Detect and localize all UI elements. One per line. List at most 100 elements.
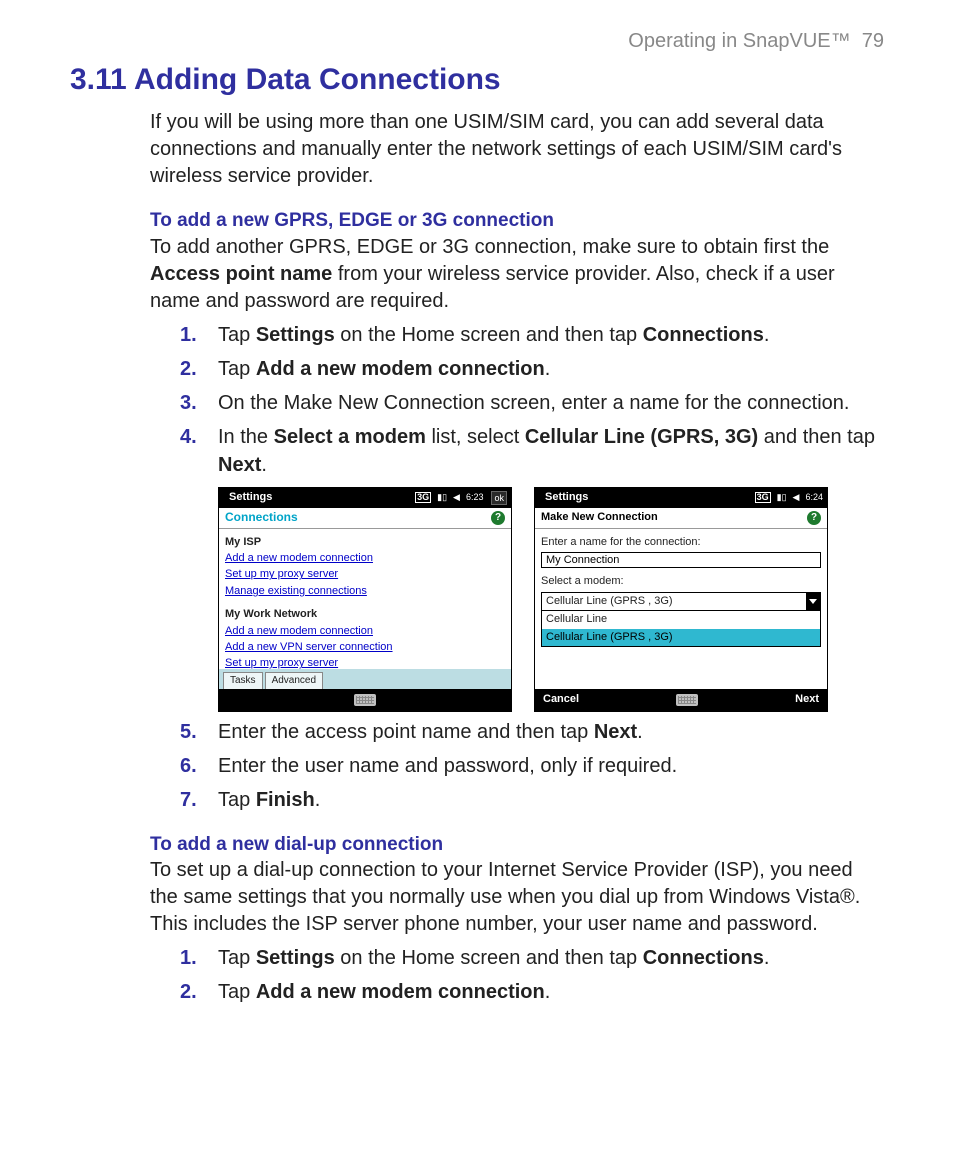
steps-list: Tap Settings on the Home screen and then… — [150, 944, 884, 1006]
link-proxy[interactable]: Set up my proxy server — [225, 567, 505, 582]
section-dialup: To add a new dial-up connection To set u… — [150, 832, 884, 1007]
emphasis: Settings — [256, 324, 335, 346]
window-title: Settings — [539, 490, 588, 505]
text: Tap — [218, 358, 256, 380]
section-paragraph: To add another GPRS, EDGE or 3G connecti… — [150, 234, 884, 315]
text: Tap — [218, 947, 256, 969]
ok-button[interactable]: ok — [491, 491, 507, 505]
modem-dropdown[interactable]: Cellular Line (GPRS , 3G) — [541, 592, 821, 611]
screenshot-make-new-connection: Settings 3G ▮▯ ◀ 6:24 Make New Connectio… — [534, 487, 828, 712]
titlebar: Settings 3G ▮▯ ◀ 6:24 — [535, 488, 827, 508]
link-manage[interactable]: Manage existing connections — [225, 584, 505, 599]
text: . — [637, 721, 643, 743]
titlebar: Settings 3G ▮▯ ◀ 6:23 ok — [219, 488, 511, 508]
text: Tap — [218, 981, 256, 1003]
section-heading-dialup: To add a new dial-up connection — [150, 832, 884, 858]
dropdown-list: Cellular Line Cellular Line (GPRS , 3G) — [541, 611, 821, 647]
link-add-modem-work[interactable]: Add a new modem connection — [225, 624, 505, 639]
text: and then tap — [758, 426, 875, 448]
screenshots-row: Settings 3G ▮▯ ◀ 6:23 ok Connections ? — [218, 487, 884, 712]
cancel-button[interactable]: Cancel — [543, 692, 579, 707]
link-add-modem[interactable]: Add a new modem connection — [225, 551, 505, 566]
emphasis: Connections — [643, 947, 764, 969]
text: Tap — [218, 324, 256, 346]
step-item: Tap Settings on the Home screen and then… — [210, 944, 884, 972]
dropdown-option[interactable]: Cellular Line — [542, 611, 820, 628]
emphasis: Add a new modem connection — [256, 981, 545, 1003]
speaker-icon: ◀ — [793, 491, 800, 504]
connection-name-input[interactable] — [541, 552, 821, 568]
window-title: Settings — [223, 490, 272, 505]
emphasis: Finish — [256, 789, 315, 811]
keyboard-icon[interactable] — [676, 694, 698, 706]
step-item: Tap Settings on the Home screen and then… — [210, 321, 884, 349]
text: . — [764, 947, 770, 969]
running-header: Operating in SnapVUE™ 79 — [60, 30, 884, 53]
softkey-bar: Cancel Next — [535, 689, 827, 711]
group-my-isp: My ISP — [225, 535, 505, 550]
softkey-bar — [219, 689, 511, 711]
label-select-modem: Select a modem: — [541, 574, 821, 589]
dropdown-option-selected[interactable]: Cellular Line (GPRS , 3G) — [542, 629, 820, 646]
screen-title: Make New Connection — [541, 510, 658, 525]
text: list, select — [426, 426, 525, 448]
keyboard-icon[interactable] — [354, 694, 376, 706]
step-item: Enter the access point name and then tap… — [210, 718, 884, 746]
section-heading-gprs: To add a new GPRS, EDGE or 3G connection — [150, 208, 884, 234]
help-icon[interactable]: ? — [491, 511, 505, 525]
help-icon[interactable]: ? — [807, 511, 821, 525]
text: To add another GPRS, EDGE or 3G connecti… — [150, 236, 829, 258]
step-item: On the Make New Connection screen, enter… — [210, 389, 884, 417]
page-title: 3.11 Adding Data Connections — [70, 63, 894, 97]
speaker-icon: ◀ — [453, 491, 460, 504]
page-number: 79 — [862, 30, 884, 52]
step-item: Tap Finish. — [210, 786, 884, 814]
screenshot-connections: Settings 3G ▮▯ ◀ 6:23 ok Connections ? — [218, 487, 512, 712]
text: In the — [218, 426, 274, 448]
emphasis: Select a modem — [274, 426, 426, 448]
text: Tap — [218, 789, 256, 811]
emphasis: Next — [594, 721, 637, 743]
step-item: Enter the user name and password, only i… — [210, 752, 884, 780]
signal-icon: ▮▯ — [777, 491, 787, 504]
text: . — [261, 454, 267, 476]
section-gprs: To add a new GPRS, EDGE or 3G connection… — [150, 208, 884, 814]
text: . — [545, 981, 551, 1003]
step-item: Tap Add a new modem connection. — [210, 355, 884, 383]
text: on the Home screen and then tap — [335, 947, 643, 969]
tab-tasks[interactable]: Tasks — [223, 672, 263, 689]
screen-body: My ISP Add a new modem connection Set up… — [219, 529, 511, 689]
text: . — [545, 358, 551, 380]
clock: 6:23 — [466, 491, 484, 504]
steps-list: Tap Settings on the Home screen and then… — [150, 321, 884, 814]
signal-icon: ▮▯ — [437, 491, 447, 504]
emphasis: Next — [218, 454, 261, 476]
document-page: Operating in SnapVUE™ 79 3.11 Adding Dat… — [0, 0, 954, 1173]
emphasis: Connections — [643, 324, 764, 346]
dropdown-value: Cellular Line (GPRS , 3G) — [542, 593, 820, 610]
tab-bar: Tasks Advanced — [219, 669, 511, 689]
emphasis: Settings — [256, 947, 335, 969]
screen-header: Connections ? — [219, 508, 511, 529]
text: on the Home screen and then tap — [335, 324, 643, 346]
step-item: Tap Add a new modem connection. — [210, 978, 884, 1006]
section-paragraph: To set up a dial-up connection to your I… — [150, 857, 884, 938]
chapter-name: Operating in SnapVUE™ — [628, 30, 850, 52]
group-my-work: My Work Network — [225, 607, 505, 622]
text: . — [764, 324, 770, 346]
screen-title: Connections — [225, 509, 298, 526]
network-3g-icon: 3G — [415, 492, 431, 503]
text: Enter the access point name and then tap — [218, 721, 594, 743]
label-connection-name: Enter a name for the connection: — [541, 535, 821, 550]
text: . — [315, 789, 321, 811]
step-item: In the Select a modem list, select Cellu… — [210, 423, 884, 712]
next-button[interactable]: Next — [795, 692, 819, 707]
screen-body: Enter a name for the connection: Select … — [535, 529, 827, 689]
link-add-vpn[interactable]: Add a new VPN server connection — [225, 640, 505, 655]
tab-advanced[interactable]: Advanced — [265, 672, 323, 689]
clock: 6:24 — [805, 491, 823, 504]
network-3g-icon: 3G — [755, 492, 771, 503]
screen-header: Make New Connection ? — [535, 508, 827, 529]
chevron-down-icon[interactable] — [806, 593, 820, 610]
emphasis: Cellular Line (GPRS, 3G) — [525, 426, 758, 448]
